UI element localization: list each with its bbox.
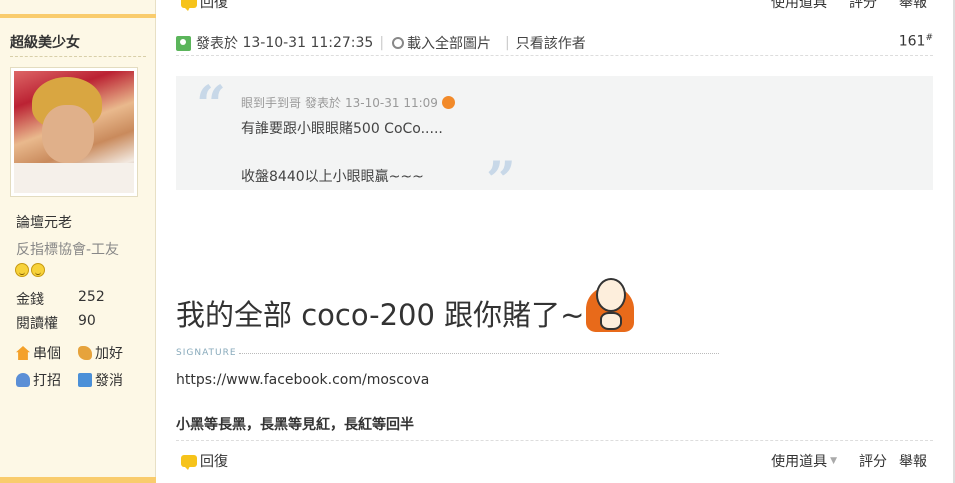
signature-motto: 小黑等長黑，長黑等見紅，長紅等回半	[176, 417, 414, 433]
quote-posted-prefix: 發表於	[305, 96, 342, 110]
rate-link[interactable]: 評分	[849, 0, 877, 11]
sidebar-bottom-bar	[0, 477, 156, 483]
money-value: 252	[78, 289, 105, 305]
sidebar-top-bar	[0, 14, 156, 18]
author-sidebar: 超級美少女 論壇元老 反指標協會-工友 金錢 252 閱讀權 90 串個 加好 …	[0, 0, 156, 483]
zoom-icon	[392, 37, 405, 49]
open-quote-icon: “	[196, 75, 226, 136]
home-icon	[16, 346, 30, 360]
header-divider	[176, 55, 933, 56]
send-message-label: 發消	[95, 373, 123, 389]
floor-number[interactable]: 161#	[899, 33, 933, 50]
reply-icon	[181, 455, 197, 470]
post-message: 我的全部 coco-200 跟你賭了~	[176, 278, 635, 334]
smiley-icon	[15, 263, 29, 277]
reply-label: 回復	[200, 0, 228, 11]
read-permission-value: 90	[78, 313, 96, 329]
post-content: 回復 使用道具 評分 舉報 發表於 13-10-31 11:27:35 | 載入全部…	[157, 0, 955, 483]
author-rank: 論壇元老	[16, 215, 72, 231]
fire-emoticon-icon	[586, 278, 635, 332]
avatar[interactable]	[10, 67, 138, 197]
previous-reply-button[interactable]: 回復	[181, 0, 228, 12]
avatar-image	[14, 71, 134, 193]
report-button[interactable]: 舉報	[899, 451, 927, 471]
author-group: 反指標協會-工友	[16, 242, 120, 258]
quote-author: 眼到手到哥	[241, 96, 302, 110]
smiley-icon	[31, 263, 45, 277]
reply-label: 回復	[200, 454, 228, 470]
load-all-images-link[interactable]: 載入全部圖片	[407, 33, 491, 53]
home-link-label: 串個	[33, 346, 61, 362]
sidebar-divider	[10, 56, 146, 57]
reply-icon	[181, 0, 197, 11]
home-link[interactable]: 串個	[16, 343, 61, 363]
previous-post-actions: 使用道具 評分 舉報	[749, 0, 927, 12]
handshake-icon	[78, 346, 92, 360]
greet-link[interactable]: 打招	[16, 370, 61, 390]
only-author-link[interactable]: 只看該作者	[516, 33, 586, 53]
floor-sup: #	[925, 33, 933, 43]
read-permission-label: 閱讀權	[16, 316, 58, 332]
send-message-link[interactable]: 發消	[78, 370, 123, 390]
add-friend-label: 加好	[95, 346, 123, 362]
use-tool-link[interactable]: 使用道具	[771, 0, 827, 11]
jump-to-quote-icon[interactable]	[441, 96, 455, 109]
use-tool-button[interactable]: 使用道具	[771, 451, 827, 471]
online-status-icon	[176, 35, 191, 51]
rank-icons	[15, 263, 47, 281]
chevron-down-icon[interactable]: ▼	[830, 456, 837, 466]
post-message-text: 我的全部 coco-200 跟你賭了~	[176, 298, 585, 332]
quote-meta: 眼到手到哥 發表於 13-10-31 11:09	[241, 94, 455, 111]
signature-link[interactable]: https://www.facebook.com/moscova	[176, 372, 429, 388]
quote-timestamp: 13-10-31 11:09	[345, 95, 438, 110]
reply-button[interactable]: 回復	[181, 451, 228, 471]
report-link[interactable]: 舉報	[899, 0, 927, 11]
post-timestamp: 13-10-31 11:27:35	[242, 35, 374, 51]
divider: |	[505, 35, 510, 51]
signature-divider	[239, 353, 719, 354]
quote-text-line: 收盤8440以上小眼眼贏~~~	[241, 169, 424, 185]
money-label: 金錢	[16, 292, 44, 308]
post-header: 發表於 13-10-31 11:27:35 | 載入全部圖片 | 只看該作者	[176, 32, 933, 54]
greet-label: 打招	[33, 373, 61, 389]
quote-block: “ 眼到手到哥 發表於 13-10-31 11:09 有誰要跟小眼眼賭500 C…	[176, 75, 933, 208]
quote-text-line: 有誰要跟小眼眼賭500 CoCo.....	[241, 121, 443, 137]
close-quote-icon: ”	[486, 151, 516, 212]
rate-button[interactable]: 評分	[859, 451, 887, 471]
add-friend-link[interactable]: 加好	[78, 343, 123, 363]
floor-value: 161	[898, 33, 926, 50]
signature-label: SIGNATURE	[176, 348, 237, 358]
footer-divider	[176, 440, 933, 441]
user-icon	[16, 373, 30, 387]
posted-prefix: 發表於	[196, 36, 238, 52]
mail-icon	[78, 373, 92, 387]
author-username[interactable]: 超級美少女	[10, 32, 80, 52]
divider: |	[379, 35, 385, 51]
post-actions: 使用道具 ▼ 評分 舉報	[771, 451, 927, 471]
